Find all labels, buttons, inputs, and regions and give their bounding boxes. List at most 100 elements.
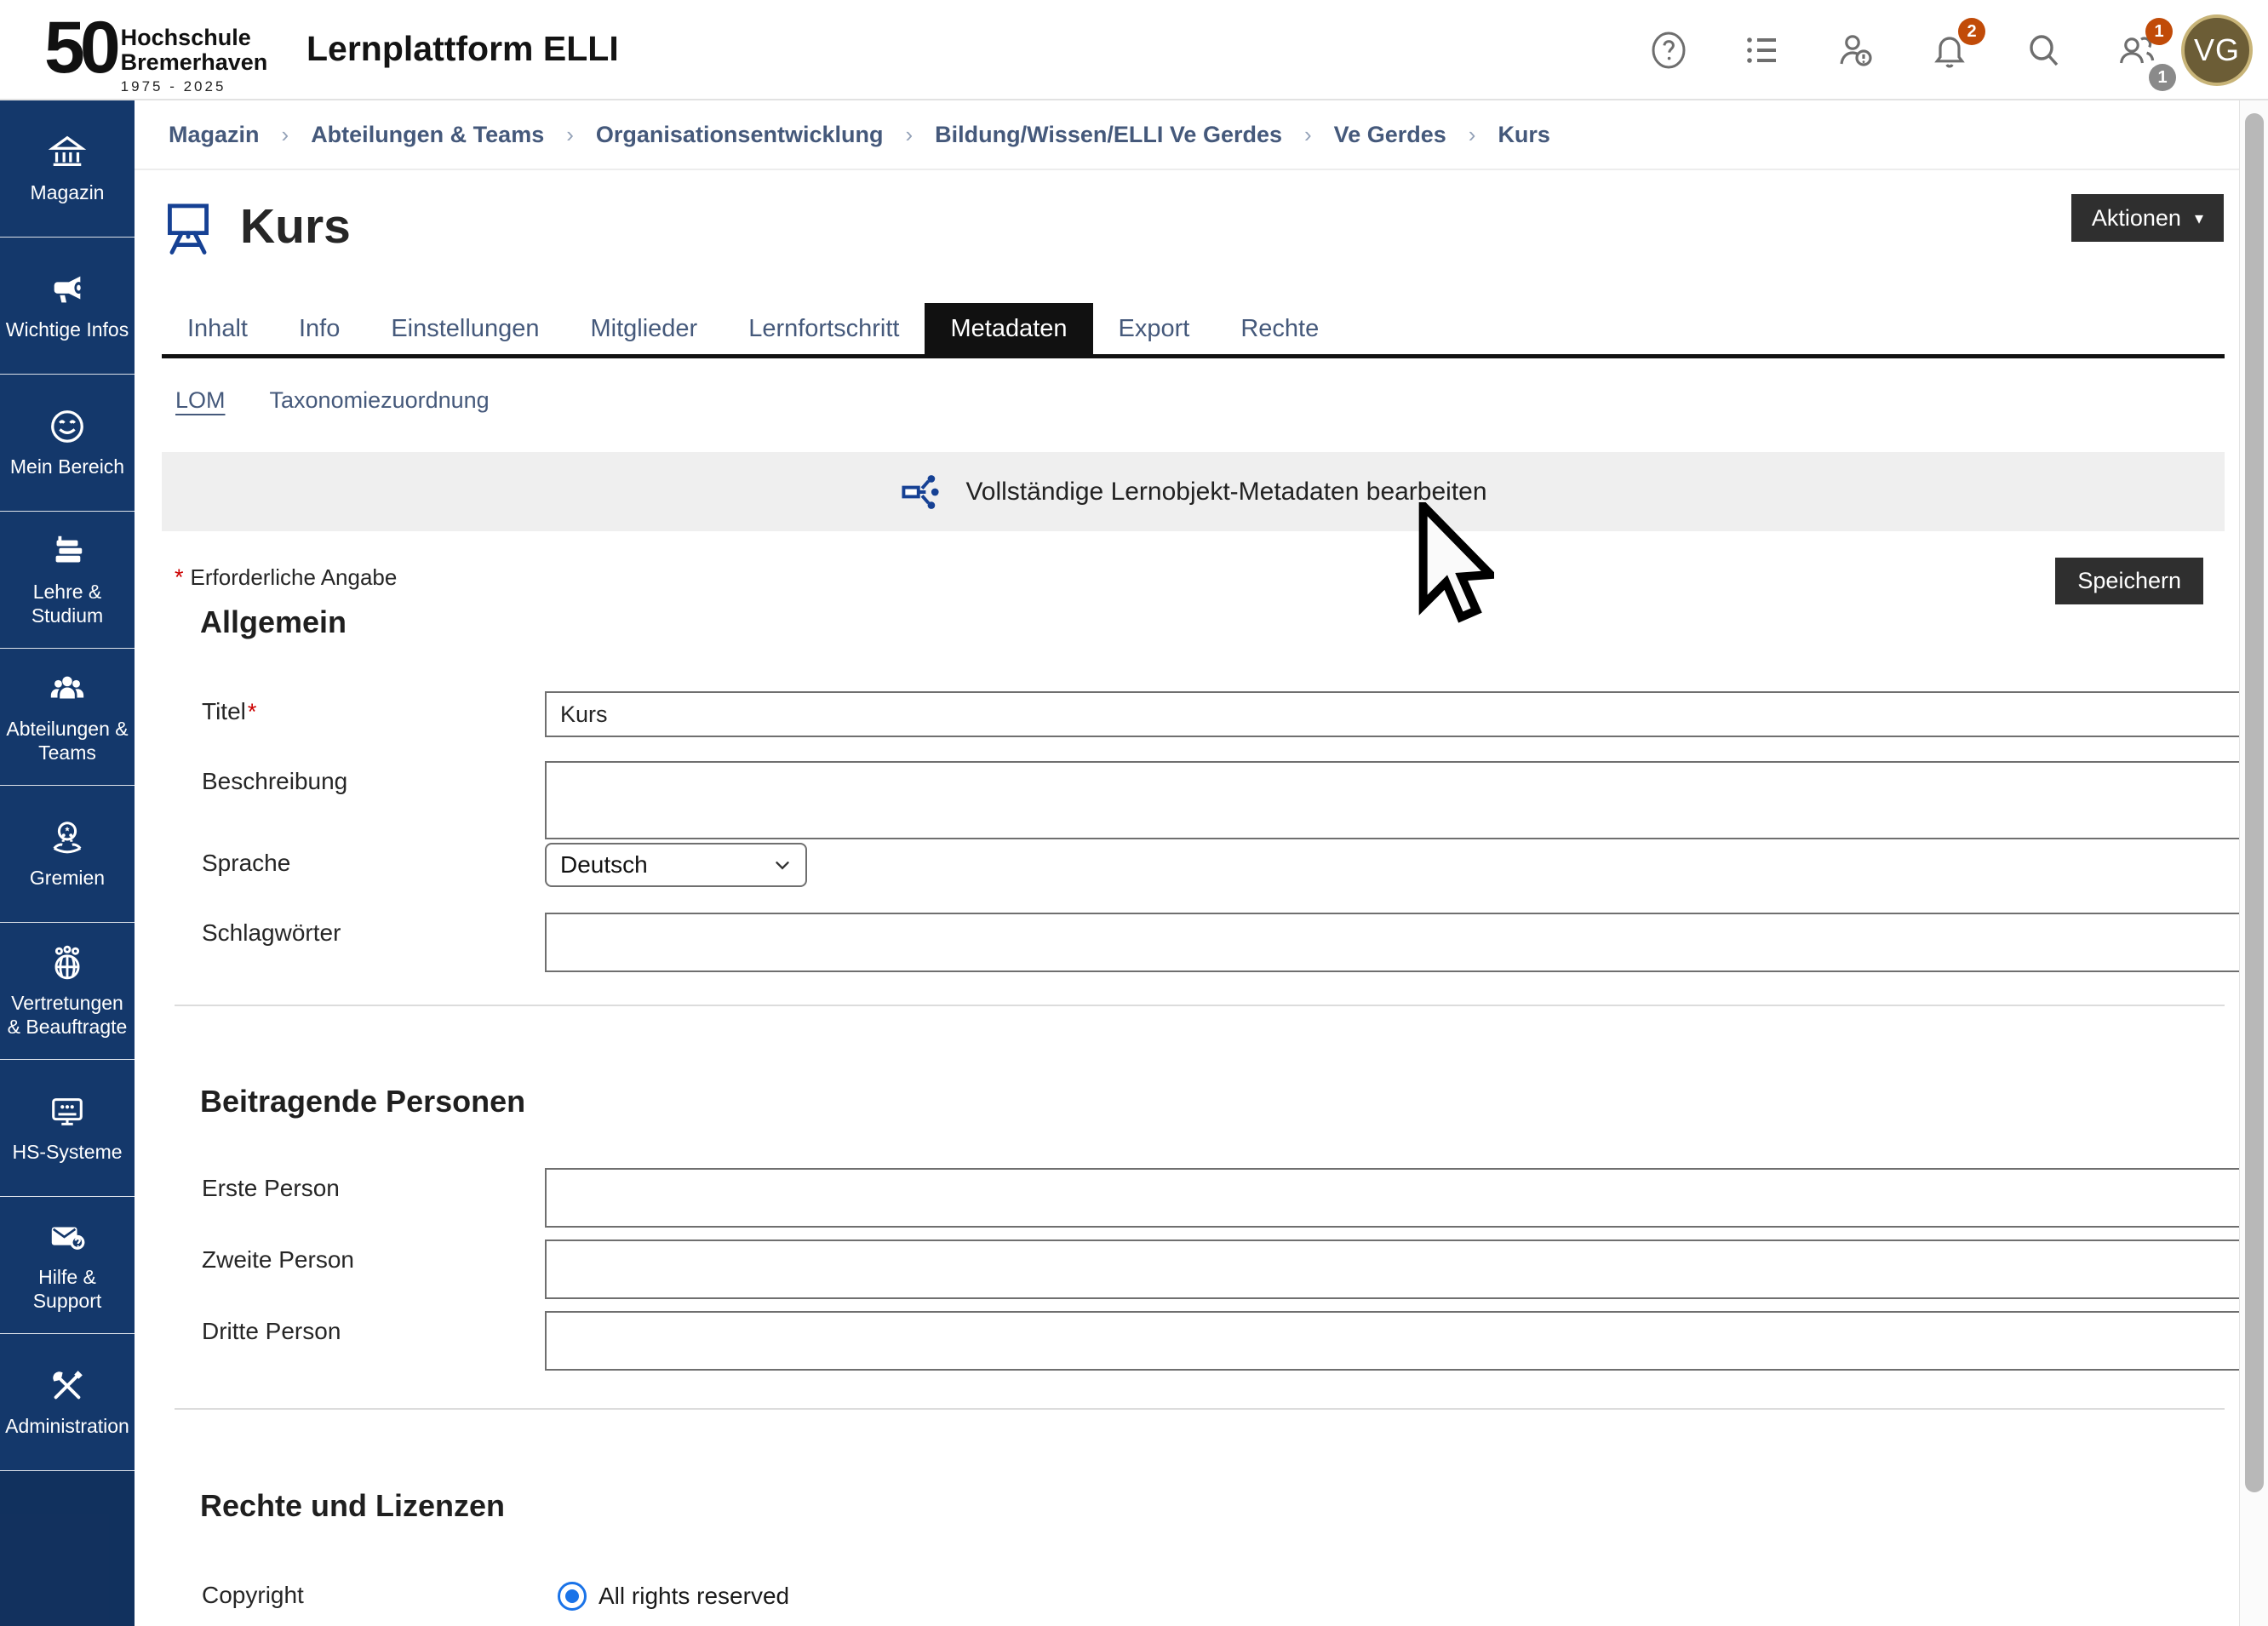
people-group-icon	[48, 669, 87, 708]
sidebar: Magazin Wichtige Infos Mein Bereich Lehr…	[0, 100, 135, 1626]
sidebar-item-wichtige-infos[interactable]: Wichtige Infos	[0, 238, 135, 375]
zweite-person-input[interactable]	[545, 1240, 2268, 1299]
breadcrumb-item[interactable]: Magazin	[169, 122, 260, 148]
actions-button[interactable]: Aktionen ▾	[2071, 194, 2224, 242]
copyright-radio-selected[interactable]	[558, 1582, 587, 1611]
smiley-icon	[48, 407, 87, 446]
megaphone-icon	[48, 270, 87, 309]
save-button[interactable]: Speichern	[2055, 558, 2203, 604]
sidebar-item-lehre-studium[interactable]: Lehre & Studium	[0, 512, 135, 649]
sidebar-item-gremien[interactable]: Gremien	[0, 786, 135, 923]
breadcrumb-item[interactable]: Ve Gerdes	[1334, 122, 1446, 148]
breadcrumb-separator: ›	[566, 122, 574, 148]
tab-inhalt[interactable]: Inhalt	[162, 303, 273, 354]
notifications-button[interactable]: 2	[1929, 30, 1970, 71]
tab-mitglieder[interactable]: Mitglieder	[564, 303, 723, 354]
tab-lernfortschritt[interactable]: Lernfortschritt	[723, 303, 925, 354]
breadcrumb-item[interactable]: Organisationsentwicklung	[596, 122, 884, 148]
form-row-schlagwoerter: Schlagwörter	[135, 913, 2239, 972]
sidebar-item-mein-bereich[interactable]: Mein Bereich	[0, 375, 135, 512]
sidebar-item-label: Lehre & Studium	[5, 580, 129, 627]
subtab-bar: LOM Taxonomiezuordnung	[175, 383, 490, 417]
section-heading-beitragende: Beitragende Personen	[200, 1084, 525, 1119]
sidebar-item-hs-systeme[interactable]: HS-Systeme	[0, 1060, 135, 1197]
app-title: Lernplattform ELLI	[306, 29, 619, 69]
breadcrumb-separator: ›	[905, 122, 913, 148]
sidebar-item-vertretungen[interactable]: Vertretungen & Beauftragte	[0, 923, 135, 1060]
tab-export[interactable]: Export	[1093, 303, 1216, 354]
logo-years: 1975 - 2025	[121, 78, 268, 95]
university-logo[interactable]: 50 Hochschule Bremerhaven 1975 - 2025	[44, 7, 267, 95]
sidebar-item-administration[interactable]: Administration	[0, 1334, 135, 1471]
list-button[interactable]	[1742, 30, 1783, 71]
lom-node-icon	[899, 470, 943, 514]
sidebar-filler	[0, 1471, 135, 1626]
top-header: 50 Hochschule Bremerhaven 1975 - 2025 Le…	[0, 0, 2268, 100]
tools-icon	[48, 1366, 87, 1406]
scrollbar-thumb[interactable]	[2245, 113, 2264, 1492]
sidebar-item-label: Wichtige Infos	[6, 318, 129, 341]
user-status-icon	[1836, 30, 1876, 71]
copyright-label: Copyright	[202, 1582, 304, 1609]
breadcrumb-separator: ›	[1304, 122, 1312, 148]
tab-rechte[interactable]: Rechte	[1215, 303, 1344, 354]
contacts-badge-top: 1	[2145, 18, 2173, 45]
sidebar-item-label: Vertretungen & Beauftragte	[5, 991, 129, 1039]
avatar[interactable]: VG	[2181, 14, 2253, 86]
help-icon	[1648, 30, 1689, 71]
sidebar-item-label: HS-Systeme	[12, 1140, 122, 1164]
contacts-button[interactable]: 1 1	[2116, 30, 2157, 71]
sidebar-item-label: Mein Bereich	[10, 455, 124, 478]
breadcrumb-separator: ›	[282, 122, 289, 148]
erste-person-input[interactable]	[545, 1168, 2268, 1228]
header-icons: 2 1 1	[1648, 0, 2157, 100]
dritte-person-label: Dritte Person	[202, 1318, 341, 1345]
sidebar-item-hilfe-support[interactable]: Hilfe & Support	[0, 1197, 135, 1334]
titel-input[interactable]	[545, 691, 2268, 737]
form-row-sprache: Sprache Deutsch	[135, 843, 2239, 887]
actions-button-label: Aktionen	[2092, 205, 2181, 232]
breadcrumb-item[interactable]: Kurs	[1498, 122, 1550, 148]
globe-people-icon	[48, 943, 87, 982]
caret-down-icon: ▾	[2195, 208, 2203, 229]
breadcrumb: Magazin › Abteilungen & Teams › Organisa…	[135, 100, 2239, 170]
breadcrumb-item[interactable]: Bildung/Wissen/ELLI Ve Gerdes	[935, 122, 1282, 148]
bank-icon	[48, 133, 87, 172]
section-heading-rechte: Rechte und Lizenzen	[200, 1488, 505, 1524]
save-button-label: Speichern	[2077, 568, 2181, 594]
notifications-badge: 2	[1958, 18, 1985, 45]
beschreibung-label: Beschreibung	[202, 768, 347, 795]
main-area: Magazin › Abteilungen & Teams › Organisa…	[135, 100, 2239, 1626]
vertical-scrollbar[interactable]	[2239, 100, 2268, 1626]
help-button[interactable]	[1648, 30, 1689, 71]
sprache-select[interactable]: Deutsch	[545, 843, 807, 887]
search-button[interactable]	[2023, 30, 2064, 71]
edit-full-metadata-banner[interactable]: Vollständige Lernobjekt-Metadaten bearbe…	[162, 452, 2225, 531]
schlagwoerter-input[interactable]	[545, 913, 2268, 972]
logo-line2: Bremerhaven	[121, 49, 268, 75]
logo-line1: Hochschule	[121, 25, 251, 50]
tab-einstellungen[interactable]: Einstellungen	[365, 303, 564, 354]
committee-icon	[48, 818, 87, 857]
tab-bar: Inhalt Info Einstellungen Mitglieder Ler…	[162, 303, 2225, 358]
subtab-taxonomiezuordnung[interactable]: Taxonomiezuordnung	[270, 387, 490, 414]
monitor-icon	[48, 1092, 87, 1131]
dritte-person-input[interactable]	[545, 1311, 2268, 1371]
required-asterisk: *	[248, 699, 257, 724]
sidebar-item-abteilungen-teams[interactable]: Abteilungen & Teams	[0, 649, 135, 786]
user-status-button[interactable]	[1836, 30, 1876, 71]
tab-metadaten[interactable]: Metadaten	[925, 303, 1092, 354]
sidebar-item-magazin[interactable]: Magazin	[0, 100, 135, 238]
breadcrumb-item[interactable]: Abteilungen & Teams	[311, 122, 544, 148]
sprache-label: Sprache	[202, 850, 290, 877]
form-row-erste-person: Erste Person	[135, 1168, 2239, 1228]
tab-info[interactable]: Info	[273, 303, 365, 354]
beschreibung-textarea[interactable]	[545, 761, 2268, 839]
page-title: Kurs	[240, 198, 351, 255]
form-row-beschreibung: Beschreibung	[135, 761, 2239, 839]
schlagwoerter-label: Schlagwörter	[202, 919, 341, 947]
breadcrumb-separator: ›	[1469, 122, 1476, 148]
section-heading-allgemein: Allgemein	[200, 604, 346, 640]
form-row-zweite-person: Zweite Person	[135, 1240, 2239, 1299]
subtab-lom[interactable]: LOM	[175, 387, 226, 414]
